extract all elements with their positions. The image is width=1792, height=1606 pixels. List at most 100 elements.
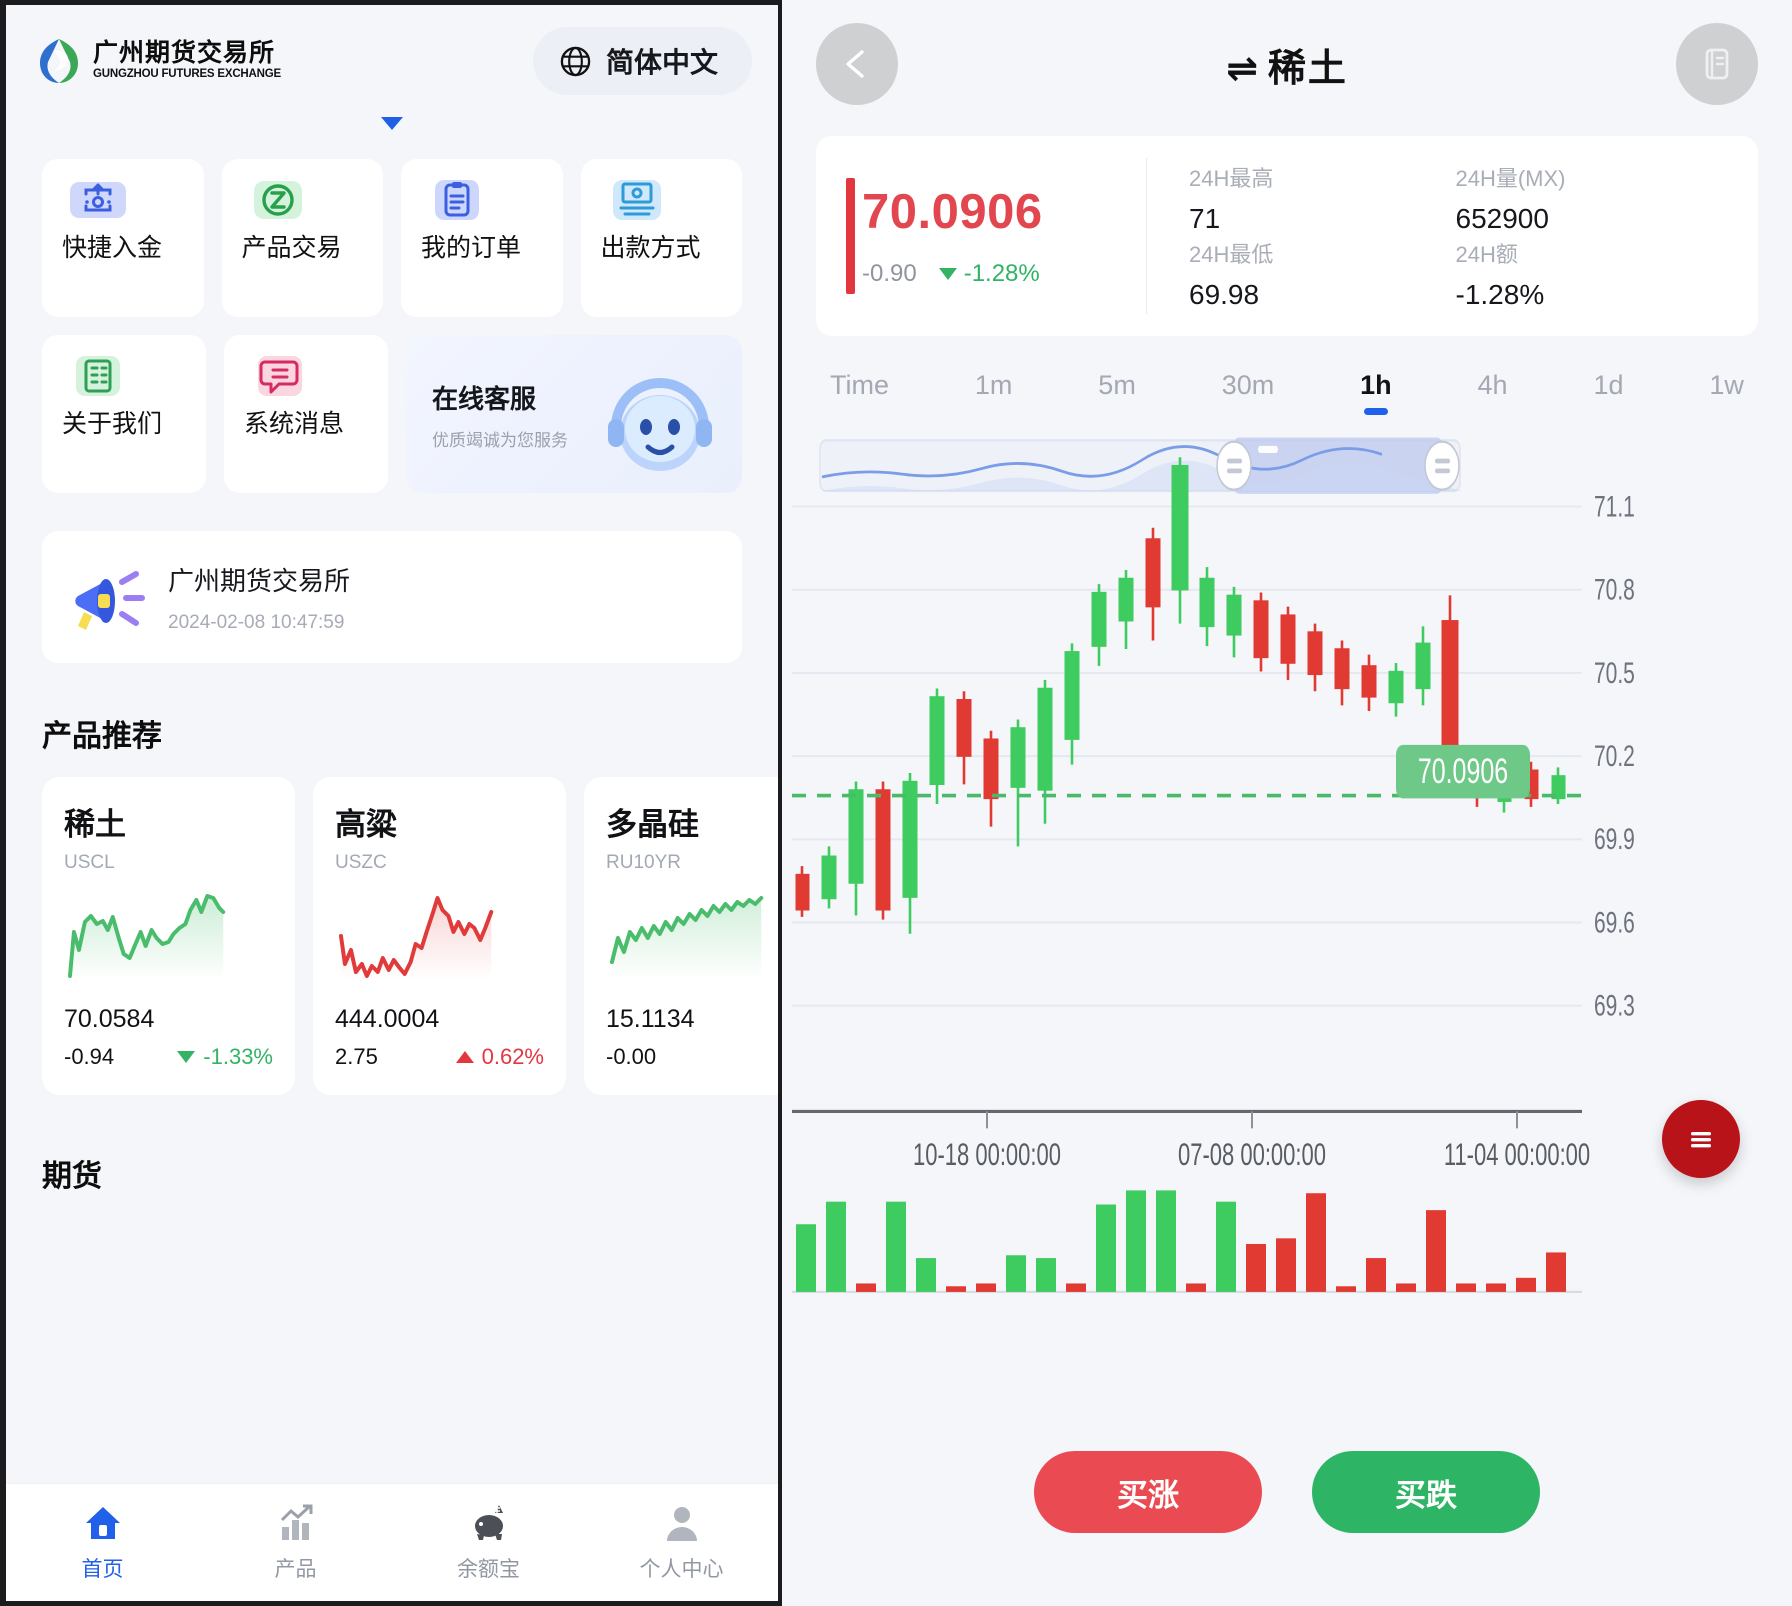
product-delta: -0.00 <box>606 1044 657 1069</box>
brand-name-cn: 广州期货交易所 <box>93 39 276 68</box>
svg-text:69.9: 69.9 <box>1594 824 1635 856</box>
product-delta: -0.94 <box>64 1044 115 1069</box>
product-card[interactable]: 高粱 USZC 444.0004 2.75 0.62% <box>313 777 566 1095</box>
svg-text:71.1: 71.1 <box>1594 491 1635 523</box>
tab-5m[interactable]: 5m <box>1098 370 1136 415</box>
announcement-title: 广州期货交易所 <box>168 565 351 596</box>
book-icon <box>1705 48 1729 80</box>
tab-4h[interactable]: 4h <box>1478 370 1508 415</box>
tab-1d[interactable]: 1d <box>1593 370 1623 415</box>
sparkline-chart <box>67 894 226 980</box>
quote-stats-grid: 24H最高 71 24H量(MX) 652900 24H最低 69.98 24H… <box>1147 136 1758 336</box>
timeframe-tabs: Time 1m 5m 30m 1h 4h 1d 1w <box>782 336 1792 415</box>
tile-label: 出款方式 <box>600 234 701 262</box>
volume-series <box>792 1190 1582 1294</box>
robot-headset-icon <box>608 378 712 471</box>
megaphone-icon <box>75 571 145 630</box>
range-handle-right <box>1424 440 1460 491</box>
product-price: 444.0004 <box>335 1005 440 1033</box>
product-code: USCL <box>64 852 115 873</box>
tab-profile[interactable]: 个人中心 <box>585 1484 778 1601</box>
left-scroll-area: 快捷入金 产品交易 我的订单 出款方式 关于我们 系统消息 在线客服 优质竭诚为… <box>6 149 778 1483</box>
tab-label: 产品 <box>274 1557 317 1581</box>
swap-icon: ⇌ <box>1226 47 1260 90</box>
tile-trade[interactable]: 产品交易 <box>221 159 383 317</box>
svg-text:70.2: 70.2 <box>1594 741 1635 773</box>
product-card[interactable]: 稀土 USCL 70.0584 -0.94 -1.33% <box>42 777 295 1095</box>
message-icon <box>258 356 302 396</box>
orders-icon <box>435 180 479 220</box>
chart-bars-icon <box>280 1504 312 1540</box>
candle-series <box>795 457 1566 934</box>
stat-24h-volume: 24H量(MX) 652900 <box>1456 160 1723 236</box>
product-card-list: 稀土 USCL 70.0584 -0.94 -1.33% 高粱 USZC 444… <box>42 777 778 1095</box>
svg-text:70.5: 70.5 <box>1594 657 1635 689</box>
chart-canvas: 71.1 70.8 70.5 70.2 69.9 69.6 69.3 70.09… <box>792 437 1635 1294</box>
tab-1h[interactable]: 1h <box>1360 370 1392 415</box>
tab-home[interactable]: 首页 <box>6 1484 199 1601</box>
brand-logo: 广州期货交易所 GUNGZHOU FUTURES EXCHANGE <box>36 37 281 85</box>
detail-header: ⇌ 稀土 <box>782 0 1792 128</box>
tile-deposit[interactable]: 快捷入金 <box>42 159 204 317</box>
buy-up-button[interactable]: 买涨 <box>1034 1451 1262 1533</box>
svg-text:07-08 00:00:00: 07-08 00:00:00 <box>1178 1137 1326 1172</box>
tab-balance[interactable]: 余额宝 <box>392 1484 585 1601</box>
customer-service-card[interactable]: 在线客服 优质竭诚为您服务 <box>406 335 742 493</box>
chart-menu-fab[interactable] <box>1662 1100 1740 1178</box>
section-title-futures: 期货 <box>42 1160 102 1193</box>
stat-label: 24H额 <box>1455 242 1518 267</box>
stat-value: 71 <box>1189 203 1221 234</box>
product-name: 稀土 <box>64 807 126 842</box>
tile-messages[interactable]: 系统消息 <box>224 335 388 493</box>
svg-text:11-04 00:00:00: 11-04 00:00:00 <box>1444 1137 1590 1172</box>
stat-label: 24H最高 <box>1189 166 1274 191</box>
order-book-button[interactable] <box>1676 23 1758 105</box>
product-change-pct: -1.33% <box>177 1044 273 1070</box>
tab-products[interactable]: 产品 <box>199 1484 392 1601</box>
product-change-pct: 0.62% <box>455 1044 544 1070</box>
back-button[interactable] <box>816 23 898 105</box>
piggy-bank-icon <box>474 1504 503 1540</box>
tile-withdraw[interactable]: 出款方式 <box>580 159 742 317</box>
scroll-indicator <box>6 117 778 149</box>
person-icon <box>666 1506 697 1541</box>
brand-name-en: GUNGZHOU FUTURES EXCHANGE <box>93 68 281 81</box>
tab-label: 首页 <box>81 1557 124 1581</box>
last-price: 70.0906 <box>862 185 1043 239</box>
tab-1m[interactable]: 1m <box>975 370 1013 415</box>
tile-about[interactable]: 关于我们 <box>42 335 206 493</box>
tab-30m[interactable]: 30m <box>1222 370 1275 415</box>
stat-24h-low: 24H最低 69.98 <box>1189 236 1456 312</box>
tab-time[interactable]: Time <box>830 370 889 415</box>
tile-orders[interactable]: 我的订单 <box>401 159 563 317</box>
section-title-products: 产品推荐 <box>42 720 162 753</box>
candlestick-chart[interactable]: 71.1 70.8 70.5 70.2 69.9 69.6 69.3 70.09… <box>782 429 1792 1416</box>
tile-label: 快捷入金 <box>62 234 163 262</box>
quick-action-grid-row-2: 关于我们 系统消息 在线客服 优质竭诚为您服务 <box>42 335 742 493</box>
language-switcher[interactable]: 简体中文 <box>532 27 752 95</box>
product-name: 多晶硅 <box>606 807 699 842</box>
svg-text:69.3: 69.3 <box>1594 990 1635 1022</box>
product-card[interactable]: 多晶硅 RU10YR 15.1134 -0.00 <box>584 777 778 1095</box>
announcement-banner[interactable]: 广州期货交易所 2024-02-08 10:47:59 <box>42 531 742 663</box>
menu-lines-icon <box>1691 1132 1711 1148</box>
tab-label: 个人中心 <box>639 1557 724 1581</box>
tab-label: 余额宝 <box>457 1557 520 1581</box>
price-change-pct: -1.28% <box>938 260 1040 288</box>
announcement-time: 2024-02-08 10:47:59 <box>168 611 345 633</box>
deposit-icon <box>70 182 126 218</box>
bottom-tab-bar: 首页 产品 余额宝 个人中心 <box>6 1483 778 1601</box>
tile-label: 系统消息 <box>244 410 345 438</box>
product-price: 70.0584 <box>64 1005 155 1033</box>
buy-down-button[interactable]: 买跌 <box>1312 1451 1540 1533</box>
tab-1w[interactable]: 1w <box>1709 370 1744 415</box>
svg-text:69.6: 69.6 <box>1594 907 1635 939</box>
current-price-badge-label: 70.0906 <box>1418 752 1508 791</box>
price-accent-bar <box>846 178 855 294</box>
tile-label: 关于我们 <box>62 410 163 438</box>
withdraw-icon <box>612 180 661 220</box>
stat-label: 24H量(MX) <box>1455 166 1566 191</box>
right-detail-panel: ⇌ 稀土 70.0906 -0.90 -1.28% 24H最高 71 24H量(… <box>782 0 1792 1606</box>
exchange-logo-icon <box>40 39 78 83</box>
chevron-down-icon <box>381 117 403 130</box>
